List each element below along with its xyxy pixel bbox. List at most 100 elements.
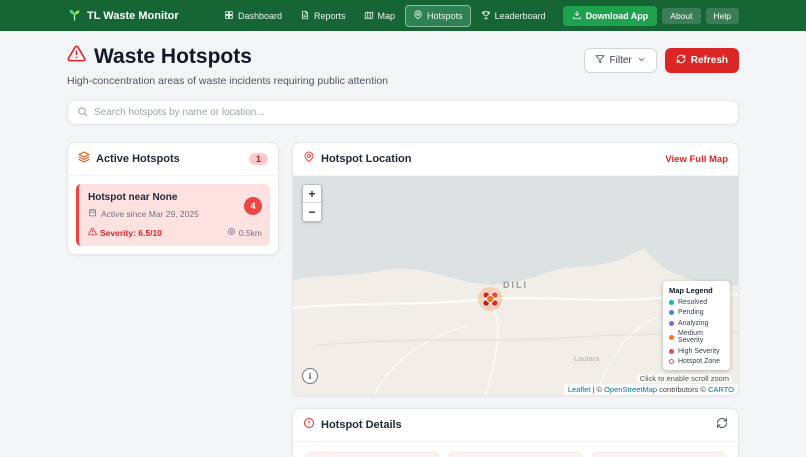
- zoom-out-button[interactable]: −: [303, 203, 321, 221]
- main-nav: Dashboard Reports Map: [216, 5, 554, 27]
- legend-item-pending: Pending: [669, 309, 724, 316]
- medium-severity-dot-icon: [669, 335, 674, 340]
- map-pin-icon: [413, 10, 423, 22]
- map-info-button[interactable]: i: [302, 368, 318, 384]
- filter-label: Filter: [610, 55, 632, 66]
- hotspot-item-info: Hotspot near None Active since Mar 29, 2…: [88, 192, 199, 219]
- hotspot-active-since-text: Active since Mar 29, 2025: [101, 209, 199, 219]
- stats-row: TOTAL REPORTS 4 AVERAGE SEVERITY 6.5/10 …: [293, 442, 738, 457]
- calendar-icon: [88, 208, 97, 219]
- active-hotspots-card: Active Hotspots 1 Hotspot near None: [67, 142, 279, 255]
- hotspot-distance: 0.5km: [227, 227, 262, 238]
- nav-label: Reports: [314, 11, 346, 21]
- app-window: TL Waste Monitor Dashboard Reports: [0, 0, 806, 457]
- attribution-separator: | ©: [590, 385, 604, 394]
- legend-item-hotspot-zone: Hotspot Zone: [669, 358, 724, 365]
- brand[interactable]: TL Waste Monitor: [67, 7, 179, 25]
- stat-radius: RADIUS 0.5 km: [591, 452, 726, 457]
- location-pin-icon: [303, 150, 315, 168]
- nav-item-leaderboard[interactable]: Leaderboard: [473, 5, 554, 27]
- layers-icon: [78, 150, 90, 168]
- hotspot-zone-ring-icon: [669, 359, 674, 364]
- map-city-label: DILI: [503, 280, 528, 290]
- alert-circle-icon: [303, 416, 315, 434]
- map-legend: Map Legend Resolved Pending: [663, 281, 730, 370]
- active-hotspots-title: Active Hotspots: [96, 153, 180, 165]
- resolved-dot-icon: [669, 300, 674, 305]
- search-input[interactable]: [94, 107, 729, 118]
- legend-label: Pending: [678, 309, 704, 316]
- filter-button[interactable]: Filter: [584, 48, 657, 73]
- legend-item-medium-severity: Medium Severity: [669, 330, 724, 344]
- dashboard-icon: [224, 10, 234, 22]
- nav-label: Hotspots: [427, 11, 463, 21]
- nav-item-reports[interactable]: Reports: [292, 5, 354, 27]
- map-zoom-control: + −: [302, 184, 322, 222]
- hotspot-item-top: Hotspot near None Active since Mar 29, 2…: [88, 192, 262, 219]
- legend-label: Medium Severity: [678, 330, 724, 344]
- details-refresh-icon[interactable]: [716, 416, 728, 434]
- page-title: Waste Hotspots: [67, 44, 388, 69]
- hotspot-count-badge: 1: [249, 153, 268, 165]
- carto-link[interactable]: CARTO: [708, 385, 734, 394]
- hotspot-active-since: Active since Mar 29, 2025: [88, 208, 199, 219]
- warning-triangle-icon: [67, 44, 86, 69]
- cluster-marker: [478, 287, 502, 311]
- hotspot-details-card: Hotspot Details TOTAL REPORTS 4 AVERAGE …: [292, 408, 739, 457]
- map-place-label: Lautara: [574, 354, 599, 363]
- leaflet-link[interactable]: Leaflet: [568, 385, 591, 394]
- download-app-label: Download App: [586, 11, 649, 21]
- page-header: Waste Hotspots High-concentration areas …: [67, 44, 739, 87]
- download-app-button[interactable]: Download App: [563, 6, 658, 26]
- nav-item-hotspots[interactable]: Hotspots: [405, 5, 471, 27]
- hotspot-details-title: Hotspot Details: [321, 419, 402, 431]
- page-title-text: Waste Hotspots: [94, 45, 252, 69]
- search-bar: [67, 100, 739, 125]
- nav-item-dashboard[interactable]: Dashboard: [216, 5, 290, 27]
- legend-item-resolved: Resolved: [669, 299, 724, 306]
- hotspot-severity: Severity: 6.5/10: [88, 227, 162, 238]
- refresh-button[interactable]: Refresh: [665, 48, 739, 73]
- hotspot-list-item[interactable]: Hotspot near None Active since Mar 29, 2…: [76, 184, 270, 246]
- search-icon: [77, 104, 88, 122]
- map-canvas[interactable]: DILI Lautara + − i Map Legend Resolved: [293, 176, 738, 395]
- map-attribution: Leaflet | © OpenStreetMap contributors ©…: [564, 384, 738, 395]
- hotspot-severity-text: Severity: 6.5/10: [100, 228, 162, 238]
- top-navigation-bar: TL Waste Monitor Dashboard Reports: [0, 0, 806, 31]
- hotspot-location-title: Hotspot Location: [321, 153, 411, 165]
- about-button[interactable]: About: [662, 8, 700, 24]
- high-severity-dot-icon: [669, 349, 674, 354]
- hotspot-details-header: Hotspot Details: [293, 409, 738, 442]
- content-columns: Active Hotspots 1 Hotspot near None: [67, 142, 739, 457]
- chevron-down-icon: [637, 55, 646, 67]
- page-actions: Filter Refresh: [584, 48, 739, 73]
- stat-total-reports: TOTAL REPORTS 4: [305, 452, 440, 457]
- page-subtitle: High-concentration areas of waste incide…: [67, 75, 388, 87]
- map-legend-title: Map Legend: [669, 286, 724, 295]
- view-full-map-link[interactable]: View Full Map: [665, 154, 728, 165]
- hotspot-location-card: Hotspot Location View Full Map: [292, 142, 739, 396]
- hotspot-name: Hotspot near None: [88, 192, 199, 203]
- nav-label: Map: [378, 11, 396, 21]
- seedling-logo-icon: [67, 7, 82, 25]
- hotspot-location-header: Hotspot Location View Full Map: [293, 143, 738, 176]
- zoom-in-button[interactable]: +: [303, 185, 321, 203]
- help-button[interactable]: Help: [706, 8, 739, 24]
- openstreetmap-link[interactable]: OpenStreetMap: [604, 385, 657, 394]
- severity-warning-icon: [88, 227, 97, 238]
- refresh-label: Refresh: [691, 55, 728, 66]
- document-icon: [300, 10, 310, 22]
- legend-label: Analyzing: [678, 320, 708, 327]
- refresh-icon: [676, 54, 686, 67]
- legend-item-analyzing: Analyzing: [669, 320, 724, 327]
- legend-label: Resolved: [678, 299, 707, 306]
- legend-label: High Severity: [678, 348, 720, 355]
- map-icon: [364, 10, 374, 22]
- main-content: Waste Hotspots High-concentration areas …: [67, 31, 739, 457]
- scroll-zoom-hint: Click to enable scroll zoom: [637, 374, 732, 383]
- nav-item-map[interactable]: Map: [356, 5, 404, 27]
- active-hotspots-header: Active Hotspots 1: [68, 143, 278, 176]
- legend-item-high-severity: High Severity: [669, 348, 724, 355]
- attribution-separator: contributors ©: [657, 385, 708, 394]
- hotspot-distance-text: 0.5km: [239, 228, 262, 238]
